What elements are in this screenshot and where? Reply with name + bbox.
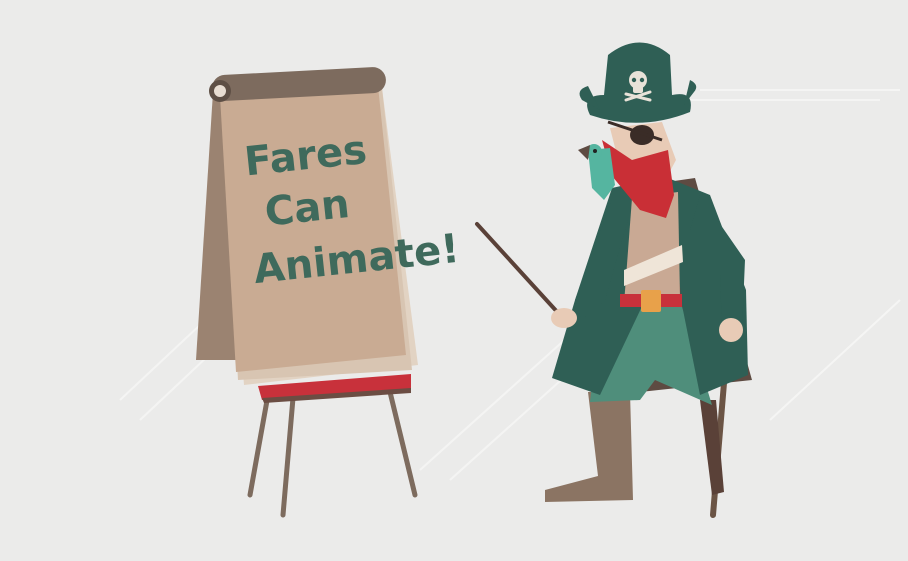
easel-leg-right (387, 389, 418, 498)
easel-leg-left (247, 392, 271, 498)
easel-leg-mid (280, 395, 296, 518)
pointer-stick (475, 222, 562, 317)
belt-buckle (641, 290, 661, 312)
boot (545, 392, 633, 502)
sign-line-2: Can (263, 181, 352, 236)
easel: Fares Can Animate! (196, 67, 462, 518)
hand-right (719, 318, 743, 342)
pirate (475, 42, 752, 518)
pirate-scene: Fares Can Animate! (119, 42, 901, 518)
parrot (578, 144, 615, 200)
hand-left (551, 308, 577, 328)
